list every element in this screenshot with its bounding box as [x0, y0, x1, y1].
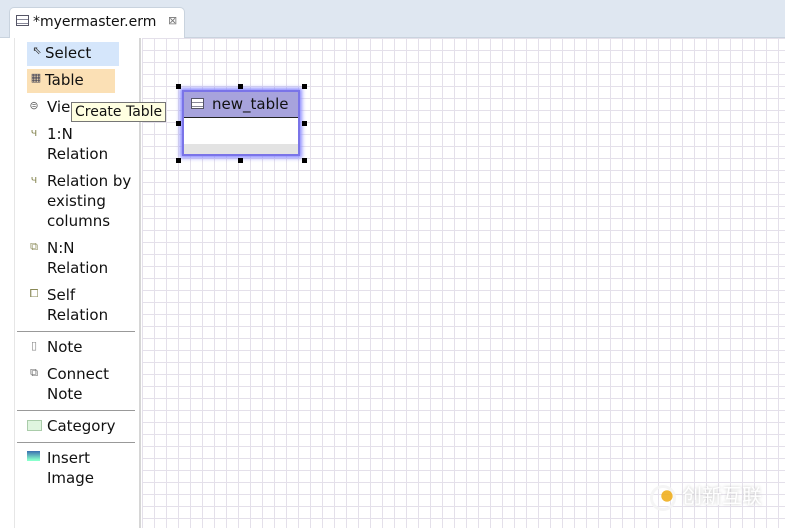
connect-note-icon: ⧉ [30, 366, 38, 379]
table-name: new_table [212, 95, 289, 113]
label: Relation by existing columns [47, 172, 132, 230]
table-header: new_table [184, 92, 298, 118]
palette-nn-relation[interactable]: ⧉ N:N Relation [27, 238, 137, 278]
divider [17, 410, 135, 411]
divider [17, 331, 135, 332]
resize-handle[interactable] [176, 84, 181, 89]
arrow-icon: ⇖ [32, 44, 42, 57]
palette-note[interactable]: ▯ Note [27, 337, 137, 357]
close-icon[interactable]: ⊠ [168, 14, 177, 27]
palette-1n-relation[interactable]: ч 1:N Relation [27, 124, 137, 164]
palette-table[interactable]: ▦ Table [27, 69, 115, 93]
table-icon [16, 15, 29, 26]
resize-handle[interactable] [302, 121, 307, 126]
tab-myermaster[interactable]: *myermaster.erm ⊠ [9, 7, 185, 38]
resize-handle[interactable] [238, 84, 243, 89]
palette-relation-by-columns[interactable]: ч Relation by existing columns [27, 171, 137, 231]
table-icon [191, 98, 204, 109]
tab-title: *myermaster.erm [33, 14, 157, 30]
label: Connect Note [47, 365, 110, 403]
editor-tab-bar: *myermaster.erm ⊠ [0, 0, 785, 38]
palette-self-relation[interactable]: ⧠ Self Relation [27, 285, 137, 325]
palette-select[interactable]: ⇖ Select [27, 42, 119, 66]
table-icon: ▦ [30, 71, 42, 84]
tooltip: Create Table [71, 102, 167, 122]
palette-insert-image[interactable]: Insert Image [27, 448, 137, 488]
watermark-text: 创新互联 [682, 484, 762, 508]
palette-category[interactable]: Category [27, 416, 137, 436]
watermark: 创新互联 [650, 480, 762, 511]
label: Category [47, 417, 116, 435]
table-entity-new-table[interactable]: new_table [182, 90, 300, 156]
resize-handle[interactable] [176, 121, 181, 126]
label: Self Relation [47, 286, 109, 324]
category-icon [27, 420, 42, 431]
table-footer [184, 144, 298, 154]
note-icon: ▯ [30, 339, 38, 352]
label: Table [45, 71, 84, 89]
label: Note [47, 338, 83, 356]
relation-icon: ч [30, 126, 38, 139]
view-icon: ⊜ [29, 99, 39, 112]
logo-icon [650, 484, 676, 511]
resize-handle[interactable] [302, 158, 307, 163]
label: Select [45, 44, 92, 62]
label: Insert Image [47, 449, 94, 487]
self-relation-icon: ⧠ [29, 287, 39, 300]
image-icon [27, 451, 40, 461]
nn-relation-icon: ⧉ [30, 240, 38, 253]
resize-handle[interactable] [176, 158, 181, 163]
relation-icon: ч [30, 173, 38, 186]
resize-handle[interactable] [302, 84, 307, 89]
resize-handle[interactable] [238, 158, 243, 163]
label: N:N Relation [47, 239, 109, 277]
label: 1:N Relation [47, 125, 109, 163]
palette-connect-note[interactable]: ⧉ Connect Note [27, 364, 137, 404]
divider [17, 442, 135, 443]
